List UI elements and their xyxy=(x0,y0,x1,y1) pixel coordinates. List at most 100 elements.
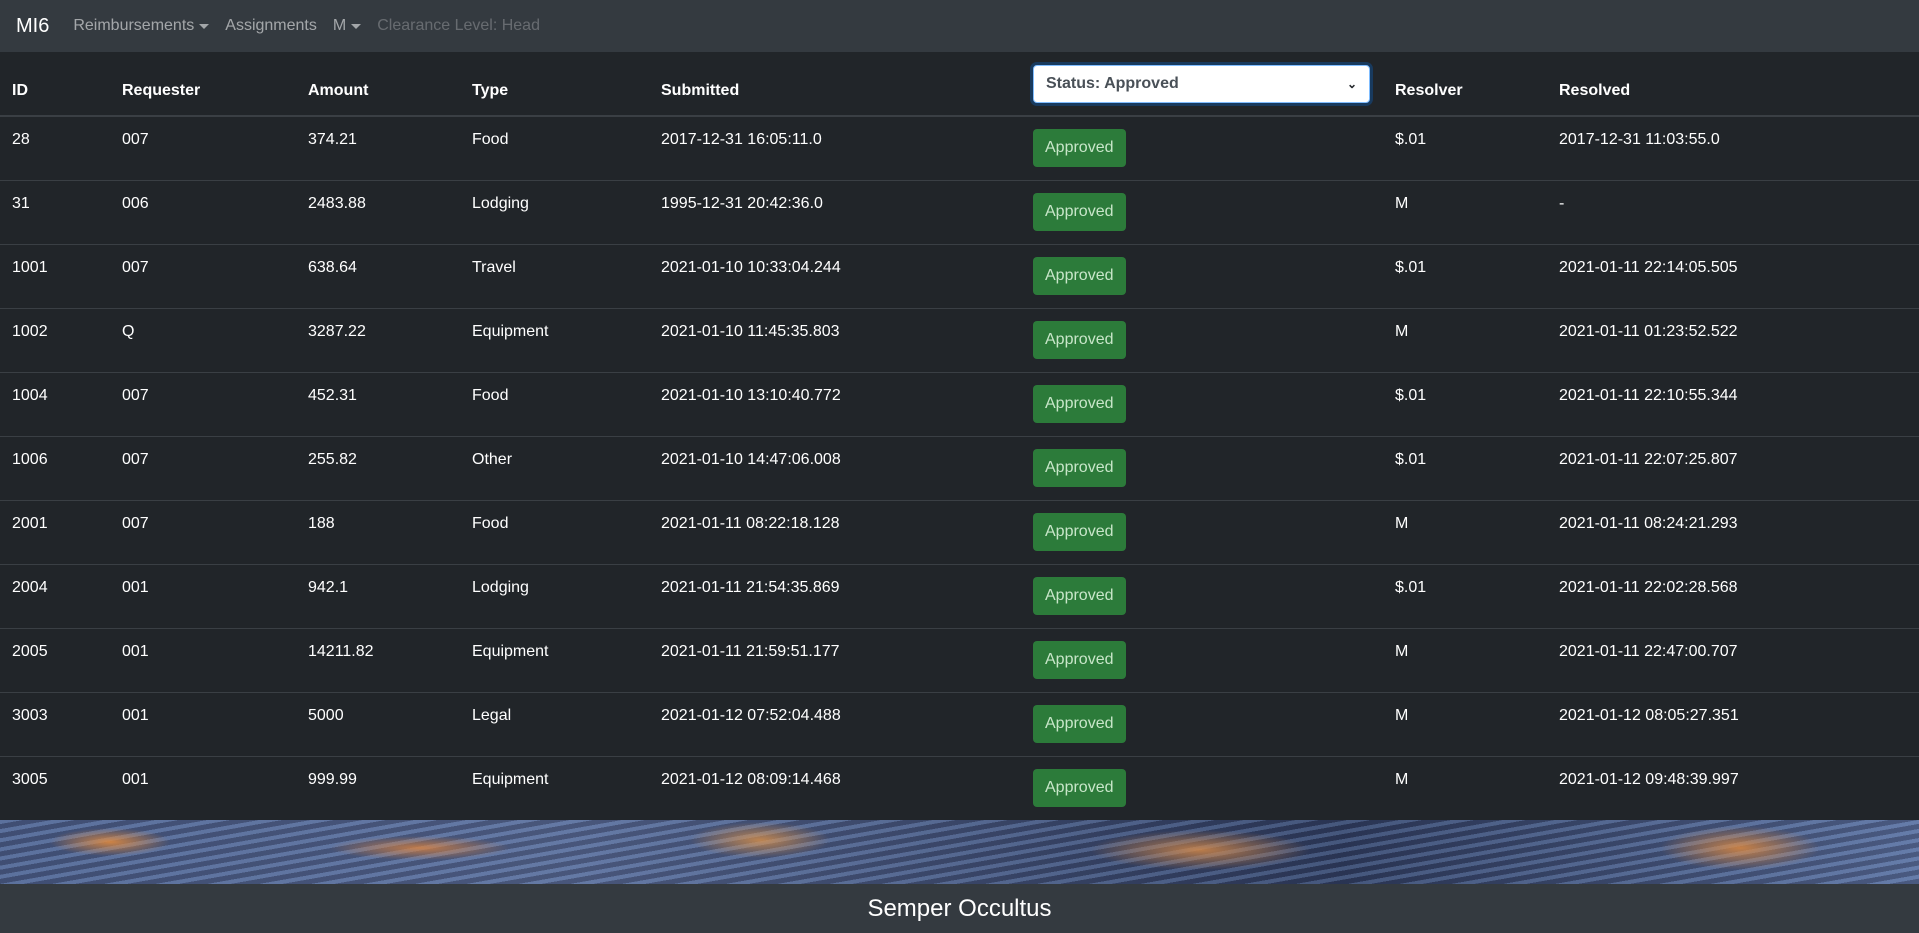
header-id: ID xyxy=(0,52,110,117)
cell-amount: 5000 xyxy=(296,692,460,757)
cell-resolver: $.01 xyxy=(1383,564,1547,629)
cell-status: Approved xyxy=(1021,692,1383,757)
cell-amount: 638.64 xyxy=(296,244,460,309)
table-row: 2001 007 188 Food 2021-01-11 08:22:18.128 App… xyxy=(0,500,1919,565)
cell-status: Approved xyxy=(1021,500,1383,565)
caret-down-icon xyxy=(351,23,362,29)
cell-amount: 3287.22 xyxy=(296,308,460,373)
cell-resolved: 2021-01-11 22:02:28.568 xyxy=(1547,564,1919,629)
cell-id: 2001 xyxy=(0,500,110,565)
cell-submitted: 2017-12-31 16:05:11.0 xyxy=(649,116,1021,181)
table-row: 1006 007 255.82 Other 2021-01-10 14:47:06.00… xyxy=(0,436,1919,501)
cell-type: Legal xyxy=(460,692,649,757)
top-navbar: MI6 Reimbursements Assignments M Clearan… xyxy=(0,0,1919,52)
cell-status: Approved xyxy=(1021,564,1383,629)
cell-status: Approved xyxy=(1021,116,1383,181)
header-resolver: Resolver xyxy=(1383,52,1547,117)
table-row: 31 006 2483.88 Lodging 1995-12-31 20:42:36.0… xyxy=(0,180,1919,245)
approved-status-button[interactable]: Approved xyxy=(1033,129,1126,167)
cell-resolved: 2021-01-11 01:23:52.522 xyxy=(1547,308,1919,373)
approved-status-button[interactable]: Approved xyxy=(1033,384,1126,423)
brand-logo[interactable]: MI6 xyxy=(16,15,49,38)
approved-status-button[interactable]: Approved xyxy=(1033,576,1126,615)
cell-status: Approved xyxy=(1021,628,1383,693)
cell-status: Approved xyxy=(1021,756,1383,821)
cell-id: 3005 xyxy=(0,756,110,821)
cell-resolved: 2021-01-12 08:05:27.351 xyxy=(1547,692,1919,757)
cell-id: 1002 xyxy=(0,308,110,373)
cell-type: Lodging xyxy=(460,564,649,629)
nav-user-dropdown[interactable]: M xyxy=(333,17,362,35)
approved-status-button[interactable]: Approved xyxy=(1033,320,1126,359)
header-status: Status: Approved ⌄ xyxy=(1021,52,1383,117)
reimbursements-table: ID Requester Amount Type Submitted Statu… xyxy=(0,52,1919,821)
header-resolved: Resolved xyxy=(1547,52,1919,117)
approved-status-button[interactable]: Approved xyxy=(1033,704,1126,743)
cell-status: Approved xyxy=(1021,308,1383,373)
cell-requester: 001 xyxy=(110,628,296,693)
cell-type: Food xyxy=(460,500,649,565)
cell-resolved: 2021-01-11 08:24:21.293 xyxy=(1547,500,1919,565)
chevron-down-icon: ⌄ xyxy=(1346,76,1357,91)
approved-status-button[interactable]: Approved xyxy=(1033,768,1126,807)
cell-submitted: 2021-01-10 11:45:35.803 xyxy=(649,308,1021,373)
cell-submitted: 2021-01-10 14:47:06.008 xyxy=(649,436,1021,501)
header-requester: Requester xyxy=(110,52,296,117)
approved-status-button[interactable]: Approved xyxy=(1033,256,1126,295)
cell-resolved: 2017-12-31 11:03:55.0 xyxy=(1547,116,1919,181)
status-filter-select[interactable]: Status: Approved ⌄ xyxy=(1033,64,1370,103)
table-row: 3005 001 999.99 Equipment 2021-01-12 08:09:1… xyxy=(0,756,1919,821)
nav-assignments[interactable]: Assignments xyxy=(225,17,317,35)
cell-status: Approved xyxy=(1021,244,1383,309)
approved-status-button[interactable]: Approved xyxy=(1033,512,1126,551)
table-row: 1004 007 452.31 Food 2021-01-10 13:10:40.772… xyxy=(0,372,1919,437)
cell-type: Food xyxy=(460,372,649,437)
approved-status-button[interactable]: Approved xyxy=(1033,640,1126,679)
cell-submitted: 2021-01-11 21:59:51.177 xyxy=(649,628,1021,693)
table-row: 1001 007 638.64 Travel 2021-01-10 10:33:04.2… xyxy=(0,244,1919,309)
footer-motto: Semper Occultus xyxy=(867,894,1052,922)
cell-requester: 001 xyxy=(110,692,296,757)
cell-status: Approved xyxy=(1021,372,1383,437)
header-amount: Amount xyxy=(296,52,460,117)
cell-requester: 007 xyxy=(110,244,296,309)
cell-resolver: M xyxy=(1383,692,1547,757)
cell-type: Equipment xyxy=(460,308,649,373)
status-filter-value: Status: Approved xyxy=(1046,74,1179,92)
cell-submitted: 2021-01-10 10:33:04.244 xyxy=(649,244,1021,309)
nav-reimbursements-dropdown[interactable]: Reimbursements xyxy=(73,17,210,35)
cell-id: 28 xyxy=(0,116,110,181)
approved-status-button[interactable]: Approved xyxy=(1033,448,1126,487)
cell-id: 3003 xyxy=(0,692,110,757)
cell-status: Approved xyxy=(1021,180,1383,245)
footer: Semper Occultus xyxy=(0,884,1919,933)
cell-submitted: 2021-01-11 21:54:35.869 xyxy=(649,564,1021,629)
table-row: 2004 001 942.1 Lodging 2021-01-11 21:54:35.8… xyxy=(0,564,1919,629)
cell-resolved: - xyxy=(1547,180,1919,245)
cell-resolver: $.01 xyxy=(1383,244,1547,309)
header-submitted: Submitted xyxy=(649,52,1021,117)
cell-resolver: M xyxy=(1383,628,1547,693)
approved-status-button[interactable]: Approved xyxy=(1033,192,1126,231)
table-row: 28 007 374.21 Food 2017-12-31 16:05:11.0 Appr… xyxy=(0,116,1919,181)
cell-amount: 188 xyxy=(296,500,460,565)
table-row: 3003 001 5000 Legal 2021-01-12 07:52:04.488 A… xyxy=(0,692,1919,757)
reimbursements-table-container: ID Requester Amount Type Submitted Statu… xyxy=(0,52,1919,821)
cell-requester: 007 xyxy=(110,436,296,501)
cell-resolver: M xyxy=(1383,180,1547,245)
cell-requester: 001 xyxy=(110,564,296,629)
cell-resolver: M xyxy=(1383,308,1547,373)
cell-id: 31 xyxy=(0,180,110,245)
cell-amount: 255.82 xyxy=(296,436,460,501)
cell-requester: Q xyxy=(110,308,296,373)
cell-id: 2004 xyxy=(0,564,110,629)
cell-requester: 001 xyxy=(110,756,296,821)
cell-amount: 2483.88 xyxy=(296,180,460,245)
cell-type: Lodging xyxy=(460,180,649,245)
cell-type: Other xyxy=(460,436,649,501)
water-banner-image xyxy=(0,820,1919,884)
cell-submitted: 2021-01-12 07:52:04.488 xyxy=(649,692,1021,757)
header-type: Type xyxy=(460,52,649,117)
cell-resolved: 2021-01-11 22:07:25.807 xyxy=(1547,436,1919,501)
cell-type: Food xyxy=(460,116,649,181)
